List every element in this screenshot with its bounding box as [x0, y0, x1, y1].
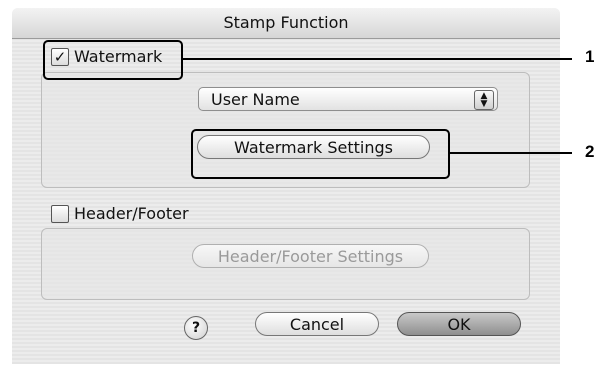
callout-leader-1: [181, 58, 572, 60]
watermark-type-select[interactable]: User Name ▲ ▼: [198, 87, 498, 111]
callout-box-2: [191, 129, 450, 179]
help-button[interactable]: ?: [184, 316, 208, 340]
callout-box-1: [43, 40, 183, 80]
callout-leader-2: [448, 152, 572, 154]
header-footer-checkbox[interactable]: [51, 204, 69, 223]
header-footer-settings-button[interactable]: Header/Footer Settings: [192, 244, 429, 268]
callout-number-2: 2: [585, 142, 595, 161]
select-stepper-icon: ▲ ▼: [474, 90, 494, 110]
ok-button[interactable]: OK: [397, 312, 521, 336]
callout-number-1: 1: [585, 47, 595, 66]
cancel-button[interactable]: Cancel: [255, 312, 379, 336]
header-footer-checkbox-row[interactable]: Header/Footer: [51, 204, 189, 223]
header-footer-label: Header/Footer: [74, 204, 189, 223]
dialog-title: Stamp Function: [12, 8, 560, 39]
select-value: User Name: [211, 90, 300, 109]
